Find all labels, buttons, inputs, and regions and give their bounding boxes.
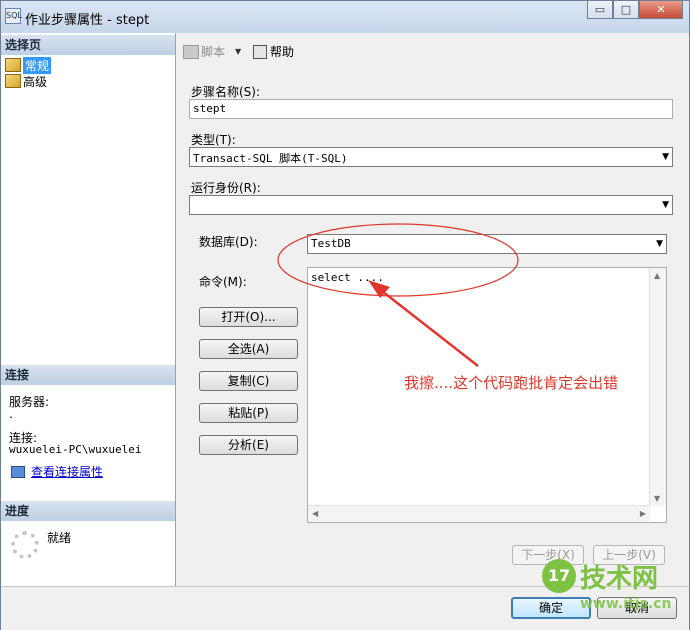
page-item-label: 高级	[23, 74, 48, 89]
open-button[interactable]: 打开(O)...	[199, 307, 298, 327]
vertical-scrollbar[interactable]: ▲ ▼	[649, 268, 666, 506]
watermark-url: www.itjs.cn	[580, 596, 672, 612]
sql-app-icon: SQL	[5, 8, 22, 24]
connection-value: wuxuelei-PC\wuxuelei	[9, 443, 142, 456]
script-label: 脚本	[201, 45, 226, 59]
database-select[interactable]: TestDB ▼	[307, 234, 667, 254]
view-connection-properties-link[interactable]: 查看连接属性	[11, 463, 103, 480]
paste-button[interactable]: 粘贴(P)	[199, 403, 298, 423]
chevron-down-icon[interactable]: ▼	[235, 47, 241, 56]
database-select-value: TestDB	[311, 237, 351, 250]
database-label: 数据库(D):	[199, 235, 258, 249]
help-button[interactable]: 帮助	[253, 43, 294, 60]
title-bar[interactable]: SQL 作业步骤属性 - stept ▭ □ ✕	[1, 1, 689, 33]
window-controls: ▭ □ ✕	[587, 1, 683, 21]
chevron-down-icon[interactable]: ▼	[656, 239, 663, 249]
close-button[interactable]: ✕	[639, 1, 683, 19]
scroll-up-icon[interactable]: ▲	[654, 271, 660, 280]
type-select[interactable]: Transact-SQL 脚本(T-SQL) ▼	[189, 147, 673, 167]
scroll-down-icon[interactable]: ▼	[654, 494, 660, 503]
command-label: 命令(M):	[199, 275, 247, 289]
page-icon	[5, 74, 21, 88]
main-pane: 脚本 ▼ 帮助 步骤名称(S): stept 类型(T): Transact-S…	[177, 33, 689, 586]
connection-header: 连接	[1, 365, 175, 385]
command-text[interactable]: select ....	[311, 271, 384, 284]
minimize-button[interactable]: ▭	[587, 1, 613, 19]
command-textarea[interactable]: select .... ▲ ▼ ◀ ▶	[307, 267, 667, 523]
ok-button[interactable]: 确定	[511, 597, 591, 619]
page-icon	[5, 58, 21, 72]
scroll-right-icon[interactable]: ▶	[640, 509, 646, 518]
copy-button[interactable]: 复制(C)	[199, 371, 298, 391]
run-as-select[interactable]: ▼	[189, 195, 673, 215]
maximize-button[interactable]: □	[613, 1, 639, 19]
script-button[interactable]: 脚本 ▼	[183, 43, 241, 60]
annotation-text: 我擦....这个代码跑批肯定会出错	[404, 374, 619, 392]
help-label: 帮助	[270, 45, 295, 59]
horizontal-scrollbar[interactable]: ◀ ▶	[308, 505, 650, 522]
chevron-down-icon[interactable]: ▼	[662, 152, 669, 162]
window-title: 作业步骤属性 - stept	[25, 13, 150, 28]
server-value: .	[9, 407, 13, 421]
progress-status: 就绪	[47, 531, 72, 545]
watermark-logo: 17	[542, 559, 576, 593]
help-icon	[253, 44, 267, 59]
progress-header: 进度	[1, 501, 175, 521]
watermark-brand: 技术网	[580, 563, 659, 594]
left-pane: 选择页 常规 高级 连接 服务器: . 连接: wuxuelei-PC\wuxu…	[1, 33, 176, 586]
job-step-properties-window: SQL 作业步骤属性 - stept ▭ □ ✕ 选择页 常规 高级 连接 服务…	[0, 0, 690, 630]
select-page-header: 选择页	[1, 35, 175, 55]
page-item-label: 常规	[23, 56, 52, 74]
connection-properties-icon	[11, 465, 25, 478]
step-name-input[interactable]: stept	[189, 99, 673, 119]
link-label: 查看连接属性	[31, 465, 104, 479]
select-all-button[interactable]: 全选(A)	[199, 339, 298, 359]
step-name-label: 步骤名称(S):	[191, 85, 261, 99]
type-select-value: Transact-SQL 脚本(T-SQL)	[193, 152, 348, 165]
script-icon	[183, 44, 199, 59]
page-item-advanced[interactable]: 高级	[5, 73, 47, 89]
watermark: 17 技术网	[542, 556, 672, 596]
run-as-label: 运行身份(R):	[191, 181, 261, 195]
type-label: 类型(T):	[191, 133, 236, 147]
scroll-left-icon[interactable]: ◀	[312, 509, 318, 518]
page-item-general[interactable]: 常规	[5, 56, 52, 74]
chevron-down-icon[interactable]: ▼	[662, 200, 669, 210]
progress-spinner-icon	[11, 531, 39, 559]
parse-button[interactable]: 分析(E)	[199, 435, 298, 455]
toolbar: 脚本 ▼ 帮助	[177, 33, 689, 67]
server-label: 服务器:	[9, 395, 50, 409]
